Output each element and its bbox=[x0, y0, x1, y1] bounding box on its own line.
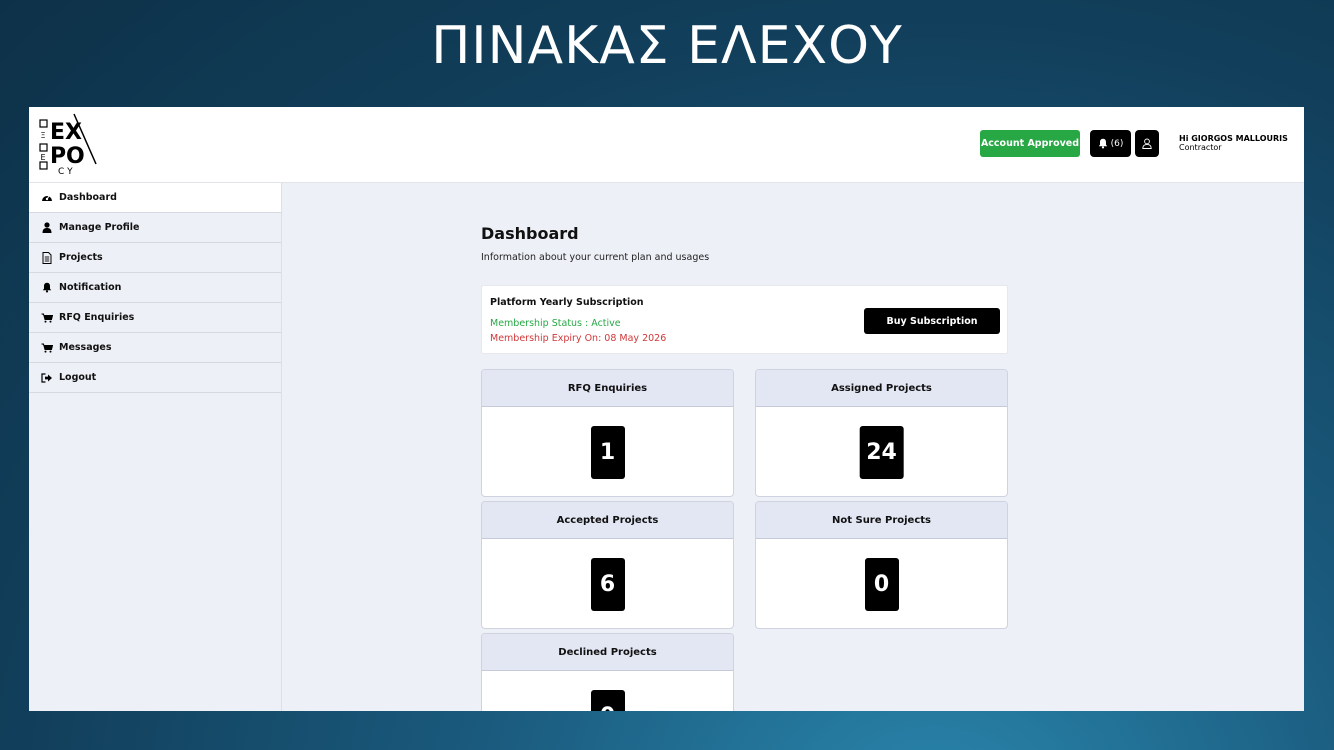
sidebar-item-label: Messages bbox=[59, 342, 112, 353]
bell-icon bbox=[1098, 138, 1107, 149]
stat-card-value: 1 bbox=[590, 426, 625, 479]
cart-icon bbox=[40, 342, 54, 354]
plan-name: Platform Yearly Subscription bbox=[490, 297, 644, 308]
user-icon bbox=[1142, 138, 1152, 149]
stat-card-not-sure-projects[interactable]: Not Sure Projects 0 bbox=[755, 501, 1008, 629]
stat-card-title: Assigned Projects bbox=[756, 370, 1007, 407]
stat-card-title: Not Sure Projects bbox=[756, 502, 1007, 539]
app-screenshot: Ξ Ε E X P O C Y Account Approved (6) Hi … bbox=[29, 107, 1304, 711]
svg-text:C Y: C Y bbox=[58, 167, 73, 176]
stat-card-assigned-projects[interactable]: Assigned Projects 24 bbox=[755, 369, 1008, 497]
stat-card-title: RFQ Enquiries bbox=[482, 370, 733, 407]
sidebar-item-logout[interactable]: Logout bbox=[29, 363, 281, 393]
notifications-button[interactable]: (6) bbox=[1090, 130, 1131, 157]
sidebar-item-dashboard[interactable]: Dashboard bbox=[29, 183, 281, 213]
membership-status: Membership Status : Active bbox=[490, 318, 621, 329]
stat-card-declined-projects[interactable]: Declined Projects 0 bbox=[481, 633, 734, 711]
top-bar: Ξ Ε E X P O C Y Account Approved (6) Hi … bbox=[29, 107, 1304, 183]
sidebar-item-messages[interactable]: Messages bbox=[29, 333, 281, 363]
svg-text:E: E bbox=[50, 120, 65, 145]
notifications-count: (6) bbox=[1110, 138, 1124, 149]
logout-icon bbox=[40, 372, 54, 384]
buy-subscription-button[interactable]: Buy Subscription bbox=[864, 308, 1000, 334]
sidebar-item-notification[interactable]: Notification bbox=[29, 273, 281, 303]
sidebar-item-projects[interactable]: Projects bbox=[29, 243, 281, 273]
sidebar-item-label: RFQ Enquiries bbox=[59, 312, 135, 323]
sidebar-item-label: Dashboard bbox=[59, 192, 117, 203]
dashboard-icon bbox=[40, 192, 54, 204]
slide-title: ΠΙΝΑΚΑΣ ΕΛΕΧΟΥ bbox=[431, 16, 903, 76]
user-name: Hi GIORGOS MALLOURIS bbox=[1179, 134, 1288, 143]
stat-card-accepted-projects[interactable]: Accepted Projects 6 bbox=[481, 501, 734, 629]
main-content: Dashboard Information about your current… bbox=[282, 183, 1304, 711]
account-approved-badge: Account Approved bbox=[980, 130, 1080, 157]
sidebar-item-label: Projects bbox=[59, 252, 103, 263]
stat-card-rfq-enquiries[interactable]: RFQ Enquiries 1 bbox=[481, 369, 734, 497]
stat-card-title: Accepted Projects bbox=[482, 502, 733, 539]
user-icon bbox=[40, 222, 54, 234]
sidebar-item-rfq-enquiries[interactable]: RFQ Enquiries bbox=[29, 303, 281, 333]
svg-text:X: X bbox=[65, 120, 82, 145]
expo-logo: Ξ Ε E X P O C Y bbox=[39, 113, 97, 176]
sidebar-item-manage-profile[interactable]: Manage Profile bbox=[29, 213, 281, 243]
cart-icon bbox=[40, 312, 54, 324]
sidebar-item-label: Logout bbox=[59, 372, 97, 383]
stat-card-value: 24 bbox=[859, 426, 904, 479]
membership-expiry: Membership Expiry On: 08 May 2026 bbox=[490, 333, 667, 344]
sidebar-item-label: Notification bbox=[59, 282, 122, 293]
svg-text:O: O bbox=[66, 144, 85, 169]
page-subtitle: Information about your current plan and … bbox=[481, 252, 710, 263]
user-role: Contractor bbox=[1179, 143, 1222, 152]
stat-card-value: 0 bbox=[864, 558, 899, 611]
document-icon bbox=[40, 251, 54, 264]
svg-text:Ξ: Ξ bbox=[41, 131, 46, 140]
user-greeting: Hi GIORGOS MALLOURIS Contractor bbox=[1179, 134, 1288, 152]
sidebar-item-label: Manage Profile bbox=[59, 222, 140, 233]
svg-text:P: P bbox=[50, 144, 66, 169]
sidebar: Dashboard Manage Profile Projects Notifi… bbox=[29, 183, 282, 711]
stat-card-value: 6 bbox=[590, 558, 625, 611]
svg-text:Ε: Ε bbox=[41, 153, 46, 162]
user-menu-button[interactable] bbox=[1135, 130, 1159, 157]
subscription-card: Platform Yearly Subscription Membership … bbox=[481, 285, 1008, 354]
stat-card-title: Declined Projects bbox=[482, 634, 733, 671]
bell-icon bbox=[40, 282, 54, 294]
stat-card-value: 0 bbox=[590, 690, 625, 711]
page-title: Dashboard bbox=[481, 224, 579, 243]
